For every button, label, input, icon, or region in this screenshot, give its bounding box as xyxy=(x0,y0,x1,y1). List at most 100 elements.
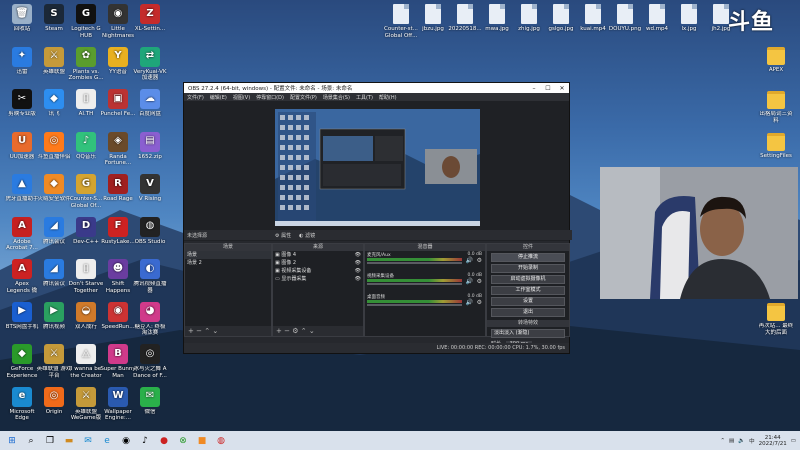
menu-scene-collection[interactable]: 场景集合(S) xyxy=(323,94,350,101)
properties-button[interactable]: ⚙ 属性 xyxy=(275,232,291,239)
desktop-icon[interactable]: V V Rising xyxy=(132,174,168,210)
desktop-icon[interactable]: A Apex Legends 微 xyxy=(4,259,40,295)
desktop-icon[interactable]: ▯ AI.TH xyxy=(68,89,104,125)
desktop-icon[interactable]: Z XL-Settin... xyxy=(132,4,168,40)
eye-icon[interactable]: 👁 xyxy=(355,260,361,266)
notification-icon[interactable]: ▭ xyxy=(791,438,796,444)
gear-icon[interactable]: ⚙ xyxy=(477,278,482,285)
desktop-file[interactable]: DOUYU.png xyxy=(607,4,643,40)
steam-icon[interactable]: ◉ xyxy=(119,434,133,448)
desktop-icon[interactable]: A Adobe Acrobat 7... xyxy=(4,216,40,253)
obs-preview-canvas[interactable] xyxy=(275,109,480,226)
desktop-icon[interactable]: ⚔ 英雄联盟 xyxy=(36,46,72,83)
desktop-icon[interactable]: ✉ 微信 xyxy=(132,386,168,423)
desktop-file[interactable]: 20220518... xyxy=(447,4,483,40)
exit-button[interactable]: 退出 xyxy=(491,308,565,317)
desktop-file[interactable]: mwa.jpg xyxy=(479,4,515,40)
menu-edit[interactable]: 编辑(E) xyxy=(210,94,227,101)
scene-item[interactable]: 场景 2 xyxy=(185,259,271,267)
speaker-icon[interactable]: 🔊 xyxy=(466,278,473,285)
menu-docks[interactable]: 停靠窗口(D) xyxy=(256,94,284,101)
windows-start-icon[interactable]: ⊞ xyxy=(5,434,19,448)
gear-icon[interactable]: ⚙ xyxy=(477,257,482,264)
menu-view[interactable]: 视图(V) xyxy=(233,94,250,101)
volume-slider[interactable] xyxy=(367,283,462,285)
speaker-icon[interactable]: 🔊 xyxy=(466,257,473,264)
desktop-icon[interactable]: 🗑 回收站 xyxy=(4,4,40,40)
desktop-icon[interactable]: Y YY语音 xyxy=(100,46,136,83)
desktop-icon[interactable]: ◆ GeForce Experience xyxy=(4,344,40,380)
close-icon[interactable]: ✕ xyxy=(555,85,569,92)
source-item[interactable]: ▣ 图像 4 👁 xyxy=(273,251,363,259)
network-icon[interactable]: ▤ xyxy=(729,438,734,444)
source-settings-icon[interactable]: ⚙ xyxy=(292,327,298,335)
move-down-icon[interactable]: ⌄ xyxy=(309,327,315,335)
desktop-icon[interactable]: ◐ 腾讯视频直播器 xyxy=(132,259,168,295)
mail-icon[interactable]: ✉ xyxy=(81,434,95,448)
minimize-icon[interactable]: – xyxy=(527,85,541,92)
search-icon[interactable]: ⌕ xyxy=(24,434,38,448)
desktop-icon[interactable]: ⚔ 英雄联盟 游戏平台 xyxy=(36,344,72,380)
desktop-icon[interactable]: ◎ 斗鱼直播伴侣 xyxy=(36,131,72,168)
stop-streaming-button[interactable]: 停止推流 xyxy=(491,253,565,262)
douyu-icon[interactable]: ● xyxy=(157,434,171,448)
eye-icon[interactable]: 👁 xyxy=(355,268,361,274)
desktop-icon[interactable]: W Wallpaper Engine:... xyxy=(100,386,136,423)
desktop-icon[interactable]: ◢ 腾讯会议 xyxy=(36,216,72,253)
gear-icon[interactable]: ⚙ xyxy=(477,299,482,306)
menu-profile[interactable]: 配置文件(P) xyxy=(290,94,317,101)
transition-select[interactable]: 淡出淡入 (渐隐) xyxy=(491,329,565,338)
desktop-folder[interactable]: APEX xyxy=(758,44,794,81)
desktop-icon[interactable]: G Counter-S... Global Of... xyxy=(68,174,104,210)
desktop-icon[interactable]: e Microsoft Edge xyxy=(4,386,40,423)
desktop-icon[interactable]: ⇄ VeryKuai-VK加速器 xyxy=(132,46,168,83)
desktop-icon[interactable]: ✿ Plants vs. Zombies G... xyxy=(68,46,104,83)
desktop-file[interactable]: jh2.jpg xyxy=(703,4,739,40)
volume-icon[interactable]: 🔈 xyxy=(738,438,745,444)
desktop-icon[interactable]: S Steam xyxy=(36,4,72,40)
desktop-icon[interactable]: △ I wanna be the Creator xyxy=(68,344,104,380)
task-view-icon[interactable]: ❐ xyxy=(43,434,57,448)
add-source-icon[interactable]: + xyxy=(276,327,282,335)
eye-icon[interactable]: 👁 xyxy=(355,252,361,258)
start-virtual-camera-button[interactable]: 启动虚拟摄像机 xyxy=(491,275,565,284)
studio-mode-button[interactable]: 工作室模式 xyxy=(491,286,565,295)
desktop-file[interactable]: kuai.mp4 xyxy=(575,4,611,40)
desktop-icon[interactable]: ☁ 百度网盘 xyxy=(132,89,168,125)
desktop-icon[interactable]: ◆ 火绒安全软件 xyxy=(36,174,72,210)
desktop-folder[interactable]: SettingFiles xyxy=(758,130,794,167)
desktop-icon[interactable]: ◉ Little Nightmares xyxy=(100,4,136,40)
desktop-icon[interactable]: ◎ Origin xyxy=(36,386,72,423)
desktop-icon[interactable]: U UU加速器 xyxy=(4,131,40,168)
desktop-icon[interactable]: ☻ Shift Happens xyxy=(100,259,136,295)
desktop-folder[interactable]: 出格局词三资料 xyxy=(758,88,794,125)
obs-window[interactable]: OBS 27.2.4 (64-bit, windows) - 配置文件: 未命名… xyxy=(183,82,572,354)
desktop-icon[interactable]: D Dev-C++ xyxy=(68,216,104,253)
desktop-icon[interactable]: ✦ 迅雷 xyxy=(4,46,40,83)
desktop-icon[interactable]: ▲ 虎牙直播助手 xyxy=(4,174,40,210)
desktop-icon[interactable]: ✂ 剪映专业版 xyxy=(4,89,40,125)
desktop-icon[interactable]: G Logitech G HUB xyxy=(68,4,104,40)
desktop-icon[interactable]: ◢ 腾讯会议 xyxy=(36,259,72,295)
settings-button[interactable]: 设置 xyxy=(491,297,565,306)
desktop-file[interactable]: Counter-st... Global Off... xyxy=(383,4,419,40)
file-explorer-icon[interactable]: ▬ xyxy=(62,434,76,448)
eye-icon[interactable]: 👁 xyxy=(355,276,361,282)
obs-taskbar-icon[interactable]: ◍ xyxy=(214,434,228,448)
maximize-icon[interactable]: ☐ xyxy=(541,85,555,92)
obs-titlebar[interactable]: OBS 27.2.4 (64-bit, windows) - 配置文件: 未命名… xyxy=(184,83,569,93)
volume-slider[interactable] xyxy=(367,262,462,264)
desktop-icon[interactable]: ◕ 糖豆人: 终极淘汰赛 xyxy=(132,301,168,338)
desktop-icon[interactable]: B Super Bunny Man xyxy=(100,344,136,380)
add-scene-icon[interactable]: + xyxy=(188,327,194,335)
app-orange-icon[interactable]: ■ xyxy=(195,434,209,448)
desktop-icon[interactable]: ▤ 1652.zip xyxy=(132,131,168,168)
move-up-icon[interactable]: ⌃ xyxy=(301,327,307,335)
menu-tools[interactable]: 工具(T) xyxy=(356,94,373,101)
edge-icon[interactable]: e xyxy=(100,434,114,448)
desktop-file[interactable]: jbzu.jpg xyxy=(415,4,451,40)
menu-file[interactable]: 文件(F) xyxy=(187,94,204,101)
move-down-icon[interactable]: ⌄ xyxy=(212,327,218,335)
desktop-icon[interactable]: ◍ OBS Studio xyxy=(132,216,168,253)
desktop-icon[interactable]: ⚔ 英雄联盟 WeGame版 xyxy=(68,386,104,423)
